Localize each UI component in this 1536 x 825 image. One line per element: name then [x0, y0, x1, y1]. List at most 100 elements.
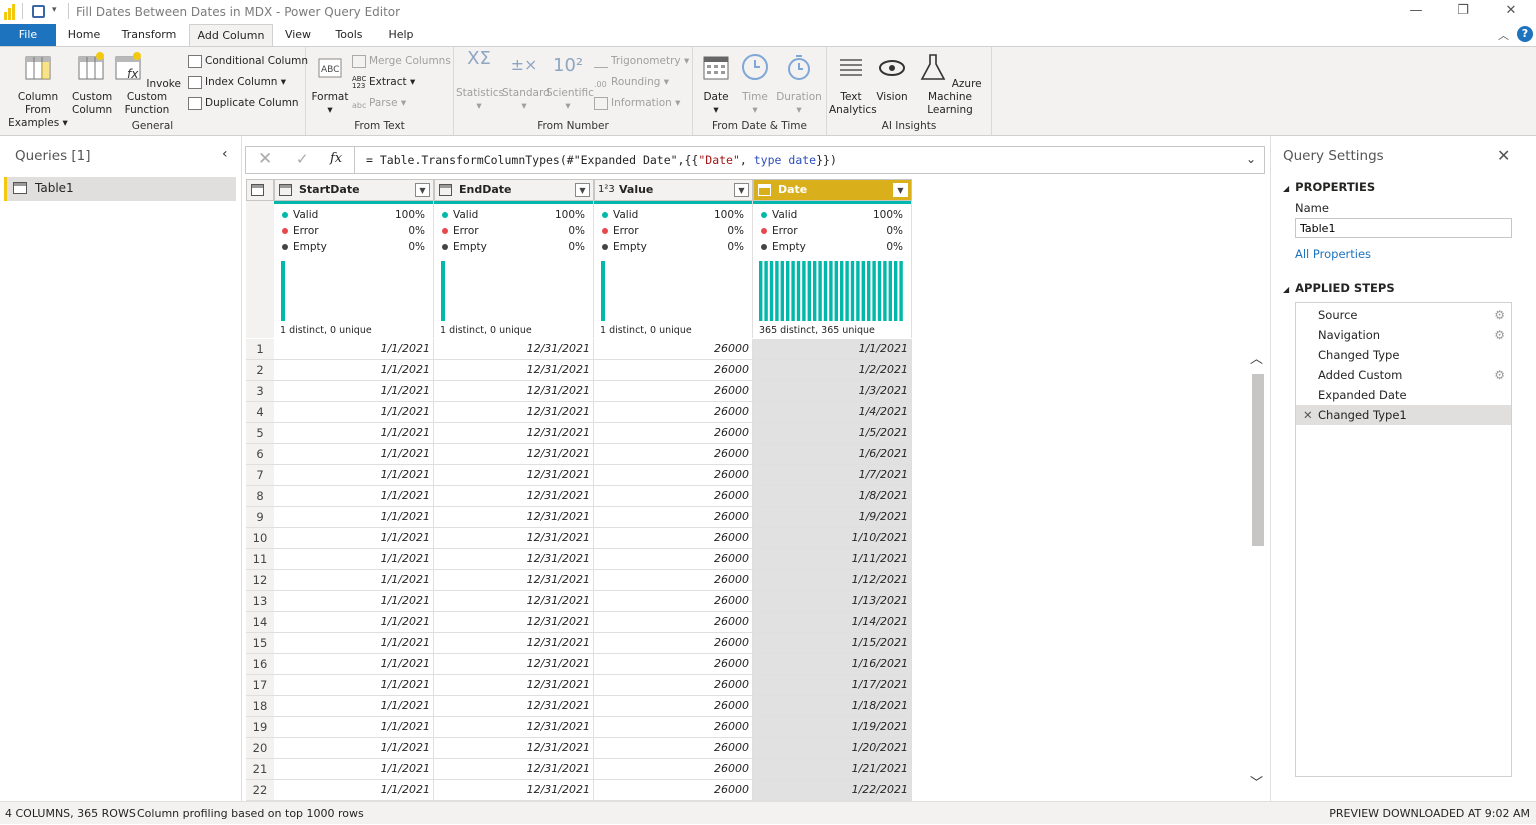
- table-cell-enddate[interactable]: 12/31/2021: [434, 507, 594, 528]
- value-distribution-bar[interactable]: [281, 261, 285, 321]
- column-filter-icon[interactable]: ▼: [415, 183, 430, 197]
- azure-ml-button[interactable]: Azure Machine Learning: [911, 51, 989, 117]
- date-type-icon[interactable]: [758, 184, 771, 196]
- conditional-column-button[interactable]: Conditional Column: [188, 52, 308, 70]
- formula-bar[interactable]: ✕ ✓ fx = Table.TransformColumnTypes(#"Ex…: [245, 146, 1265, 174]
- formula-text[interactable]: = Table.TransformColumnTypes(#"Expanded …: [366, 153, 837, 167]
- tab-transform[interactable]: Transform: [112, 24, 186, 46]
- rounding-button[interactable]: .00 Rounding ▾: [594, 73, 669, 91]
- query-item-table1[interactable]: Table1: [4, 177, 236, 201]
- text-analytics-button[interactable]: Text Analytics: [829, 51, 877, 117]
- table-cell-enddate[interactable]: 12/31/2021: [434, 675, 594, 696]
- date-type-icon[interactable]: [279, 184, 292, 196]
- table-cell-date[interactable]: 1/13/2021: [753, 591, 912, 612]
- save-icon[interactable]: [32, 5, 45, 18]
- table-cell-enddate[interactable]: 12/31/2021: [434, 633, 594, 654]
- row-number[interactable]: 13: [246, 591, 274, 612]
- table-cell-enddate[interactable]: 12/31/2021: [434, 780, 594, 801]
- row-number[interactable]: 1: [246, 339, 274, 360]
- row-number[interactable]: 19: [246, 717, 274, 738]
- row-number[interactable]: 11: [246, 549, 274, 570]
- step-settings-gear-icon[interactable]: ⚙: [1494, 305, 1505, 325]
- table-cell-date[interactable]: 1/11/2021: [753, 549, 912, 570]
- restore-icon[interactable]: ❐: [1448, 3, 1478, 21]
- table-cell-value[interactable]: 26000: [594, 591, 753, 612]
- row-number[interactable]: 6: [246, 444, 274, 465]
- standard-button[interactable]: ±⨯ Standard ▾: [502, 51, 550, 113]
- trigonometry-button[interactable]: Trigonometry ▾: [594, 52, 689, 70]
- table-cell-enddate[interactable]: 12/31/2021: [434, 696, 594, 717]
- scroll-thumb[interactable]: [1252, 374, 1264, 546]
- table-cell-date[interactable]: 1/16/2021: [753, 654, 912, 675]
- applied-step[interactable]: Source ⚙: [1296, 305, 1511, 325]
- format-button[interactable]: ABC Format ▾: [310, 51, 350, 117]
- table-cell-value[interactable]: 26000: [594, 675, 753, 696]
- table-cell-date[interactable]: 1/8/2021: [753, 486, 912, 507]
- extract-button[interactable]: ABC 123 Extract ▾: [352, 73, 415, 91]
- table-cell-startdate[interactable]: 1/1/2021: [274, 738, 434, 759]
- table-cell-date[interactable]: 1/15/2021: [753, 633, 912, 654]
- step-settings-gear-icon[interactable]: ⚙: [1494, 365, 1505, 385]
- close-settings-icon[interactable]: ✕: [1497, 146, 1510, 165]
- column-header-date[interactable]: Date ▼: [753, 179, 912, 201]
- table-cell-date[interactable]: 1/9/2021: [753, 507, 912, 528]
- table-cell-enddate[interactable]: 12/31/2021: [434, 549, 594, 570]
- table-cell-date[interactable]: 1/4/2021: [753, 402, 912, 423]
- table-cell-value[interactable]: 26000: [594, 570, 753, 591]
- all-properties-link[interactable]: All Properties: [1295, 247, 1371, 261]
- table-cell-date[interactable]: 1/18/2021: [753, 696, 912, 717]
- status-profiling[interactable]: Column profiling based on top 1000 rows: [137, 802, 364, 825]
- column-filter-icon[interactable]: ▼: [575, 183, 590, 197]
- table-cell-startdate[interactable]: 1/1/2021: [274, 465, 434, 486]
- column-filter-icon[interactable]: ▼: [893, 183, 908, 197]
- duration-button[interactable]: Duration ▾: [775, 51, 823, 117]
- invoke-custom-function-button[interactable]: fx Invoke Custom Function: [112, 51, 182, 117]
- delete-step-icon[interactable]: ✕: [1303, 405, 1313, 425]
- table-cell-enddate[interactable]: 12/31/2021: [434, 465, 594, 486]
- step-settings-gear-icon[interactable]: ⚙: [1494, 325, 1505, 345]
- applied-step[interactable]: ✕ Changed Type1: [1296, 405, 1511, 425]
- table-cell-startdate[interactable]: 1/1/2021: [274, 717, 434, 738]
- function-icon[interactable]: fx: [330, 151, 342, 166]
- help-icon[interactable]: ?: [1517, 26, 1533, 42]
- tab-view[interactable]: View: [276, 24, 320, 46]
- table-cell-startdate[interactable]: 1/1/2021: [274, 360, 434, 381]
- table-cell-value[interactable]: 26000: [594, 696, 753, 717]
- table-cell-startdate[interactable]: 1/1/2021: [274, 402, 434, 423]
- table-cell-value[interactable]: 26000: [594, 780, 753, 801]
- tab-help[interactable]: Help: [378, 24, 424, 46]
- table-cell-value[interactable]: 26000: [594, 549, 753, 570]
- table-cell-date[interactable]: 1/17/2021: [753, 675, 912, 696]
- table-cell-value[interactable]: 26000: [594, 402, 753, 423]
- table-cell-enddate[interactable]: 12/31/2021: [434, 402, 594, 423]
- table-cell-date[interactable]: 1/1/2021: [753, 339, 912, 360]
- table-cell-value[interactable]: 26000: [594, 465, 753, 486]
- custom-column-button[interactable]: Custom Column: [72, 51, 112, 117]
- close-window-icon[interactable]: ✕: [1496, 3, 1526, 21]
- scroll-down-icon[interactable]: ﹀: [1250, 772, 1263, 791]
- table-cell-startdate[interactable]: 1/1/2021: [274, 696, 434, 717]
- row-number[interactable]: 18: [246, 696, 274, 717]
- column-header-value[interactable]: 1²3 Value ▼: [594, 179, 753, 201]
- row-number[interactable]: 4: [246, 402, 274, 423]
- column-filter-icon[interactable]: ▼: [734, 183, 749, 197]
- table-cell-date[interactable]: 1/22/2021: [753, 780, 912, 801]
- table-cell-enddate[interactable]: 12/31/2021: [434, 717, 594, 738]
- row-number[interactable]: 21: [246, 759, 274, 780]
- expand-formula-icon[interactable]: ⌄: [1246, 152, 1256, 166]
- row-number[interactable]: 10: [246, 528, 274, 549]
- table-cell-enddate[interactable]: 12/31/2021: [434, 591, 594, 612]
- table-cell-startdate[interactable]: 1/1/2021: [274, 444, 434, 465]
- table-cell-startdate[interactable]: 1/1/2021: [274, 675, 434, 696]
- information-button[interactable]: Information ▾: [594, 94, 680, 112]
- table-cell-enddate[interactable]: 12/31/2021: [434, 486, 594, 507]
- table-cell-startdate[interactable]: 1/1/2021: [274, 381, 434, 402]
- table-cell-value[interactable]: 26000: [594, 717, 753, 738]
- table-cell-date[interactable]: 1/3/2021: [753, 381, 912, 402]
- tab-tools[interactable]: Tools: [324, 24, 374, 46]
- table-cell-enddate[interactable]: 12/31/2021: [434, 528, 594, 549]
- row-number[interactable]: 17: [246, 675, 274, 696]
- table-cell-startdate[interactable]: 1/1/2021: [274, 423, 434, 444]
- quick-access-dropdown-icon[interactable]: ▾: [52, 5, 57, 15]
- table-cell-date[interactable]: 1/20/2021: [753, 738, 912, 759]
